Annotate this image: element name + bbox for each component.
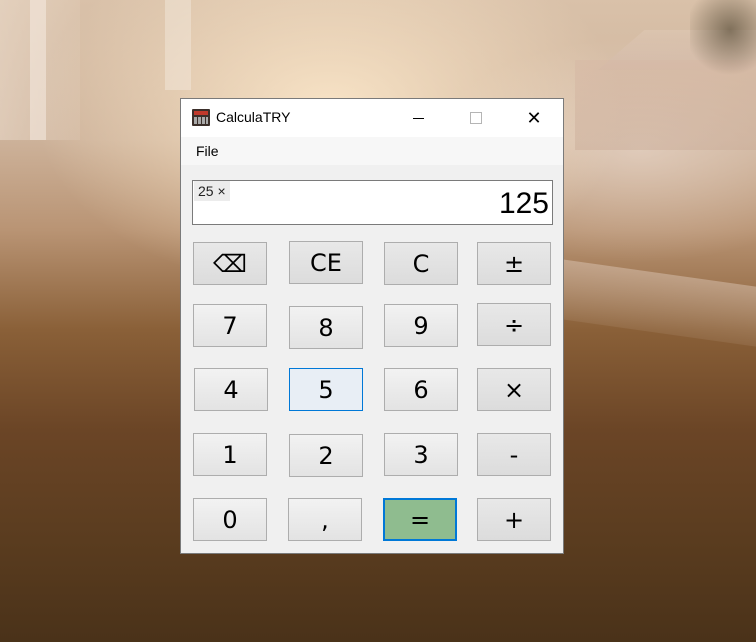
menu-bar: File [181,137,563,165]
close-button[interactable]: ✕ [505,99,563,137]
digit-9-button[interactable]: 9 [384,304,458,347]
calculator-window: CalculaTRY ✕ File 25 × 125 ⌫ CE C ± 7 8 … [180,98,564,554]
digit-0-button[interactable]: 0 [193,498,267,541]
background-tree [690,0,756,80]
digit-6-button[interactable]: 6 [384,368,458,411]
minimize-button[interactable] [389,99,447,137]
close-icon: ✕ [526,107,542,128]
digit-2-button[interactable]: 2 [289,434,363,477]
backspace-button[interactable]: ⌫ [193,242,267,285]
digit-4-button[interactable]: 4 [194,368,268,411]
minimize-icon [412,117,424,119]
minus-button[interactable]: - [477,433,551,476]
multiply-button[interactable]: × [477,368,551,411]
background-post [165,0,191,90]
clear-entry-button[interactable]: CE [289,241,363,284]
digit-8-button[interactable]: 8 [289,306,363,349]
calculator-app-icon [192,109,210,126]
menu-file[interactable]: File [196,143,219,159]
window-title: CalculaTRY [216,109,291,125]
plus-minus-button[interactable]: ± [477,242,551,285]
clear-button[interactable]: C [384,242,458,285]
result-display: 125 [498,187,549,220]
equals-button[interactable]: = [383,498,457,541]
digit-3-button[interactable]: 3 [384,433,458,476]
divide-button[interactable]: ÷ [477,303,551,346]
title-bar[interactable]: CalculaTRY ✕ [181,99,563,137]
digit-5-button[interactable]: 5 [289,368,363,411]
expression-display: 25 × [194,181,230,201]
maximize-icon [470,112,482,124]
plus-button[interactable]: + [477,498,551,541]
digit-1-button[interactable]: 1 [193,433,267,476]
calculator-display: 25 × 125 [192,180,553,225]
maximize-button[interactable] [447,99,505,137]
digit-7-button[interactable]: 7 [193,304,267,347]
decimal-button[interactable]: , [288,498,362,541]
background-post [30,0,46,140]
